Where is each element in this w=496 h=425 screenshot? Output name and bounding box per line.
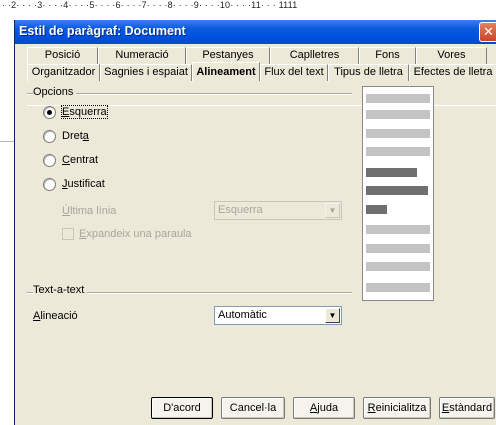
radio-justified-indicator[interactable]: [43, 177, 56, 191]
radio-justified[interactable]: Justificat: [43, 176, 105, 192]
radio-right-label: Dreta: [62, 130, 89, 142]
preview-line: [366, 244, 430, 253]
standard-button[interactable]: Estàndard: [439, 397, 495, 419]
radio-right-indicator[interactable]: [43, 129, 56, 143]
tab-alineament[interactable]: Alineament: [192, 62, 260, 81]
tab-caplletres[interactable]: Caplletres: [270, 47, 359, 64]
preview-line-active: [366, 205, 387, 214]
expand-word-checkbox-row[interactable]: Expandeix una paraula: [62, 228, 192, 240]
preview-line: [366, 110, 430, 119]
preview-line: [366, 94, 430, 103]
tab-tipus-lletra[interactable]: Tipus de lletra: [328, 64, 409, 81]
radio-justified-label: Justificat: [62, 178, 105, 190]
preview-line-active: [366, 168, 417, 177]
tab-posicio[interactable]: Posició: [27, 47, 98, 64]
cancel-button[interactable]: Cancel·la: [221, 397, 285, 419]
alignment-panel: Opcions Esquerra Dreta Centrat Justifica…: [15, 82, 496, 382]
radio-center[interactable]: Centrat: [43, 152, 98, 168]
expand-word-label: Expandeix una paraula: [79, 228, 192, 240]
tab-sagnies-espaiat[interactable]: Sagnies i espaiat: [100, 64, 192, 81]
ruler-marks: · ·2· · · ·3· · · ·4· · · ·5· · · ·6· · …: [2, 0, 298, 10]
radio-right[interactable]: Dreta: [43, 128, 89, 144]
dialog-button-bar: D'acord Cancel·la Ajuda Reinicialitza Es…: [15, 397, 496, 425]
document-ruler: · ·2· · · ·3· · · ·4· · · ·5· · · ·6· · …: [0, 0, 496, 20]
text-to-text-group-label: Text-a-text: [33, 284, 88, 296]
expand-word-checkbox[interactable]: [62, 228, 74, 240]
alignment-preview: [362, 86, 434, 301]
tab-numeracio[interactable]: Numeració: [98, 47, 186, 64]
text-alignment-value: Automàtic: [218, 309, 267, 321]
tab-row-front: Organitzador Sagnies i espaiat Alineamen…: [27, 62, 496, 81]
close-icon[interactable]: ✕: [479, 22, 496, 42]
tab-flux-text[interactable]: Flux del text: [260, 64, 328, 81]
last-line-select[interactable]: Esquerra ▼: [214, 201, 342, 220]
radio-center-indicator[interactable]: [43, 153, 56, 167]
ok-button[interactable]: D'acord: [151, 397, 213, 419]
paragraph-style-dialog: Estil de paràgraf: Document ✕ Posició Nu…: [14, 20, 496, 425]
preview-line: [366, 147, 430, 156]
chevron-down-icon[interactable]: ▼: [325, 203, 340, 218]
text-alignment-select[interactable]: Automàtic ▼: [214, 306, 342, 325]
alignment-label: Alineació: [33, 310, 78, 322]
preview-line-active: [366, 186, 428, 195]
tab-fons[interactable]: Fons: [359, 47, 416, 64]
chevron-down-icon[interactable]: ▼: [325, 308, 340, 323]
tab-strip: Posició Numeració Pestanyes Caplletres F…: [15, 44, 496, 106]
help-button[interactable]: Ajuda: [293, 397, 355, 419]
options-group-label: Opcions: [33, 86, 77, 98]
last-line-value: Esquerra: [218, 204, 263, 216]
radio-left-label: Esquerra: [61, 105, 108, 119]
tab-organitzador[interactable]: Organitzador: [27, 64, 100, 81]
radio-left[interactable]: Esquerra: [43, 104, 108, 120]
dialog-title: Estil de paràgraf: Document: [19, 24, 186, 38]
radio-center-label: Centrat: [62, 154, 99, 166]
dialog-titlebar[interactable]: Estil de paràgraf: Document ✕: [15, 20, 496, 44]
preview-line: [366, 225, 430, 234]
radio-left-indicator[interactable]: [43, 105, 56, 119]
document-separator: [0, 141, 14, 142]
tab-efectes-lletra[interactable]: Efectes de lletra: [409, 64, 496, 81]
tab-vores[interactable]: Vores: [416, 47, 487, 64]
preview-line: [366, 129, 430, 138]
last-line-label: Última línia: [62, 205, 117, 217]
preview-line: [366, 283, 430, 292]
preview-line: [366, 262, 430, 271]
reset-button[interactable]: Reinicialitza: [363, 397, 431, 419]
